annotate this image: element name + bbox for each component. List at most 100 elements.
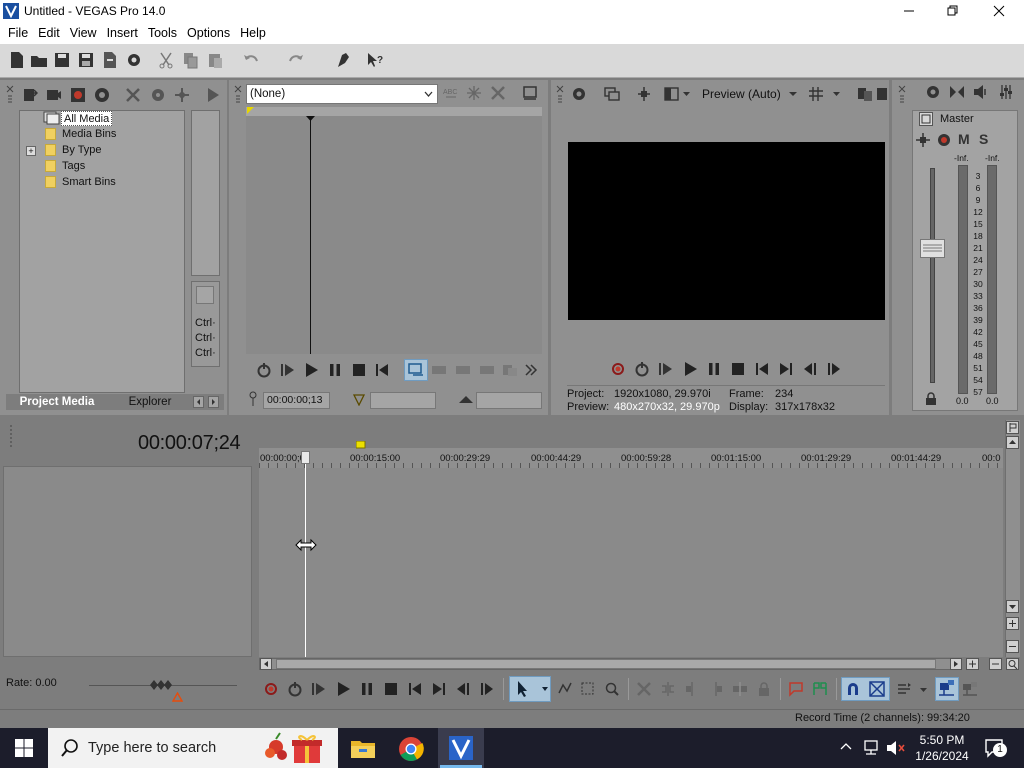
record-icon[interactable] [263, 681, 279, 697]
next-frame-icon[interactable] [826, 361, 842, 377]
ripple-edit-icon[interactable] [896, 681, 912, 697]
windows-start-icon[interactable] [15, 739, 33, 757]
split-screen-dropdown-icon[interactable] [683, 92, 690, 97]
auto-crossfades-icon[interactable] [869, 681, 885, 697]
close-button[interactable] [976, 0, 1022, 22]
trimmer-view-icon[interactable] [522, 85, 538, 101]
rate-slider-handle-icon[interactable] [148, 679, 176, 691]
overlays-grid-icon[interactable] [808, 86, 824, 102]
tree-item-all-media[interactable]: All Media [61, 111, 113, 126]
tab-scroll-left-icon[interactable] [193, 396, 204, 408]
timeline-grip-icon[interactable] [7, 424, 15, 450]
open-folder-icon[interactable] [30, 51, 48, 69]
menu-options[interactable]: Options [182, 26, 235, 40]
normal-edit-tool-button[interactable] [509, 676, 551, 702]
stop-icon[interactable] [730, 361, 746, 377]
master-fx-icon[interactable] [936, 132, 952, 148]
media-generators-icon[interactable] [174, 87, 190, 103]
tree-item-media-bins[interactable]: Media Bins [62, 127, 116, 142]
trimmer-timecode-field[interactable]: 00:00:00;13 [263, 392, 330, 409]
taskbar-time[interactable]: 5:50 PM [918, 733, 966, 747]
master-properties-gear-icon[interactable] [925, 84, 941, 100]
menu-file[interactable]: File [3, 26, 33, 40]
scroll-down-icon[interactable] [1006, 600, 1019, 613]
trimmer-media-dropdown[interactable]: (None) [246, 84, 438, 104]
capture-video-icon[interactable] [46, 87, 62, 103]
properties-gear-icon[interactable] [125, 51, 143, 69]
enable-snapping-magnet-icon[interactable] [845, 681, 861, 697]
pause-icon[interactable] [706, 361, 722, 377]
panel-grip-icon[interactable] [556, 84, 564, 104]
video-output-fx-icon[interactable] [636, 86, 652, 102]
clear-trimmer-icon[interactable] [490, 85, 506, 101]
taskbar-date[interactable]: 1/26/2024 [912, 749, 972, 763]
get-media-from-web-icon[interactable] [94, 87, 110, 103]
save-snapshot-icon[interactable] [876, 86, 892, 102]
play-from-start-icon[interactable] [280, 362, 296, 378]
speaker-icon[interactable] [973, 84, 989, 100]
copy-snapshot-icon[interactable] [857, 86, 873, 102]
timeline-track-area[interactable] [259, 468, 1003, 657]
expand-by-type-button[interactable]: + [26, 146, 36, 156]
play-icon[interactable] [335, 681, 351, 697]
tree-item-smart-bins[interactable]: Smart Bins [62, 175, 116, 190]
enable-snapping-icon[interactable] [334, 51, 352, 69]
go-to-end-icon[interactable] [778, 361, 794, 377]
loop-playback-icon[interactable] [256, 362, 272, 378]
zoom-in-horizontal-icon[interactable] [966, 658, 979, 670]
import-media-icon[interactable] [22, 87, 38, 103]
go-to-start-icon[interactable] [754, 361, 770, 377]
next-frame-icon[interactable] [479, 681, 495, 697]
trimmer-timeline-area[interactable] [246, 116, 542, 354]
lock-envelopes-button[interactable] [935, 677, 959, 701]
remove-media-icon[interactable] [125, 87, 141, 103]
loop-playback-icon[interactable] [287, 681, 303, 697]
envelope-edit-tool-icon[interactable] [557, 681, 573, 697]
stop-icon[interactable] [383, 681, 399, 697]
mixer-faders-icon[interactable] [998, 84, 1014, 100]
go-to-end-icon[interactable] [431, 681, 447, 697]
play-icon[interactable] [682, 361, 698, 377]
zoom-in-vertical-icon[interactable] [1006, 617, 1019, 630]
scroll-right-icon[interactable] [950, 658, 962, 670]
loop-region-marker-icon[interactable] [356, 441, 366, 449]
overlays-dropdown-icon[interactable] [833, 92, 840, 97]
menu-help[interactable]: Help [235, 26, 271, 40]
menu-view[interactable]: View [65, 26, 102, 40]
fit-to-fill-icon[interactable] [502, 362, 518, 378]
more-controls-icon[interactable] [523, 362, 539, 378]
tab-scroll-right-icon[interactable] [208, 396, 219, 408]
lock-icon[interactable] [756, 681, 772, 697]
record-icon[interactable] [610, 361, 626, 377]
tree-item-by-type[interactable]: By Type [62, 143, 102, 158]
menu-tools[interactable]: Tools [143, 26, 182, 40]
playhead-handle[interactable] [301, 451, 310, 464]
chrome-icon[interactable] [398, 736, 424, 762]
zoom-edit-tool-icon[interactable] [604, 681, 620, 697]
preview-quality-dropdown[interactable]: Preview (Auto) [702, 87, 781, 101]
add-after-cursor-icon[interactable] [479, 362, 495, 378]
play-from-start-icon[interactable] [658, 361, 674, 377]
menu-insert[interactable]: Insert [102, 26, 143, 40]
menu-edit[interactable]: Edit [33, 26, 65, 40]
media-fx-gear-icon[interactable] [150, 87, 166, 103]
ripple-edit-dropdown-icon[interactable] [920, 688, 927, 693]
add-to-timeline-icon[interactable] [431, 362, 447, 378]
insert-region-icon[interactable] [812, 681, 828, 697]
trimmer-select-mode-button[interactable] [404, 359, 428, 381]
split-screen-view-icon[interactable] [664, 86, 680, 102]
previous-frame-icon[interactable] [802, 361, 818, 377]
zoom-out-horizontal-icon[interactable] [989, 658, 1002, 670]
play-icon[interactable] [303, 362, 319, 378]
zoom-tool-icon[interactable] [1006, 658, 1019, 670]
lock-icon[interactable] [925, 392, 937, 406]
master-solo-button[interactable]: S [979, 131, 988, 147]
volume-muted-icon[interactable] [886, 740, 906, 756]
tab-explorer[interactable]: Explorer [112, 394, 188, 410]
save-icon[interactable] [53, 51, 71, 69]
new-file-icon[interactable] [8, 51, 26, 69]
preview-properties-gear-icon[interactable] [571, 86, 587, 102]
loop-playback-icon[interactable] [634, 361, 650, 377]
trim-end-icon[interactable] [708, 681, 724, 697]
get-media-from-cd-icon[interactable] [70, 87, 86, 103]
